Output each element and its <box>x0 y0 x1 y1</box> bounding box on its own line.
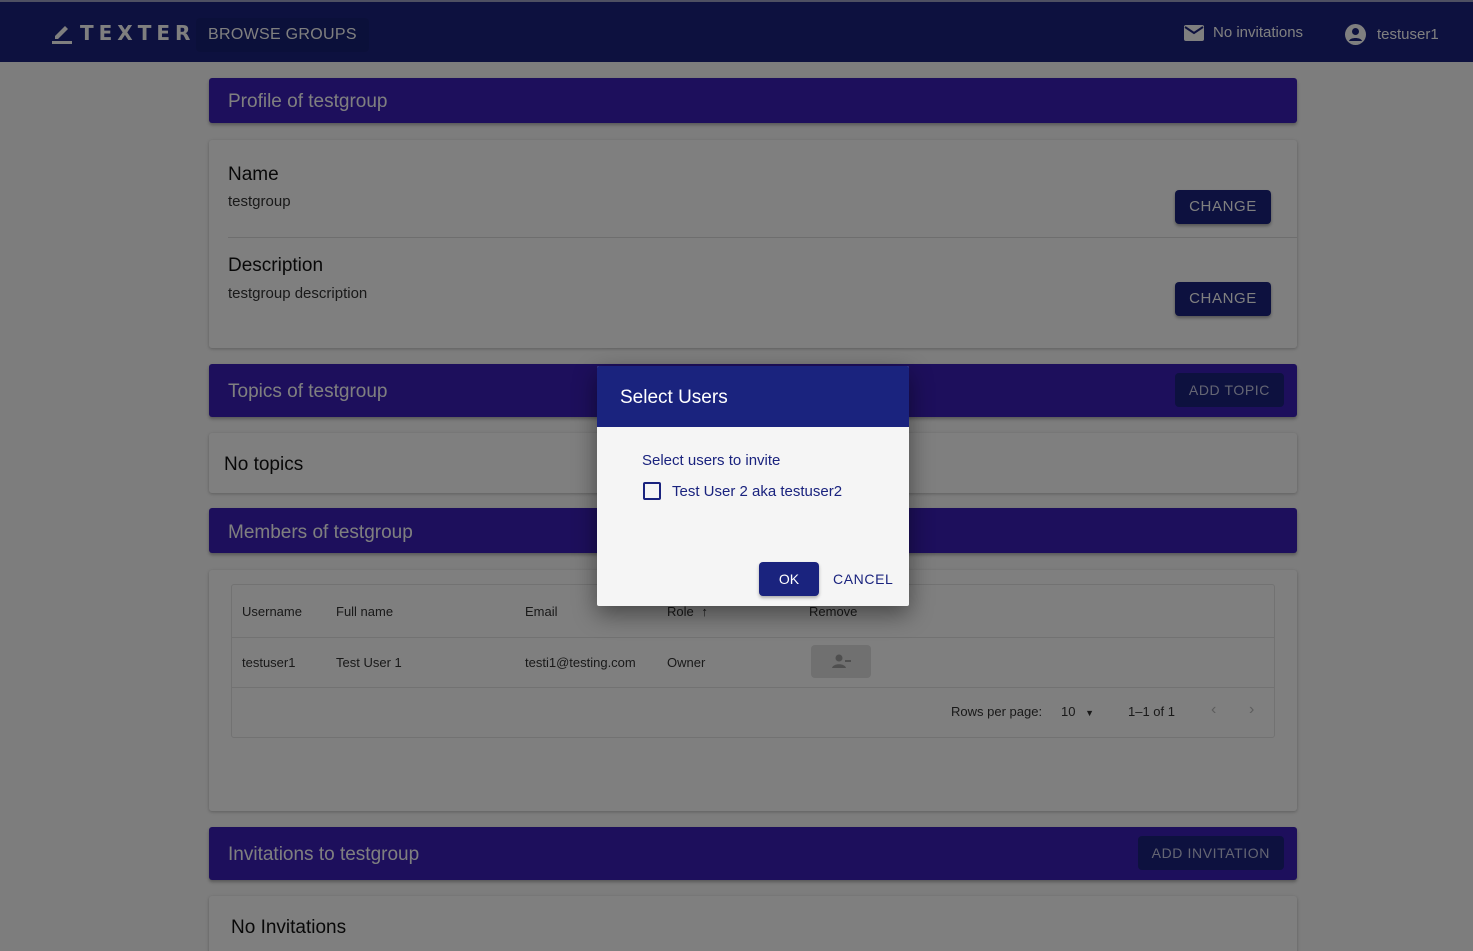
ok-button[interactable]: OK <box>759 562 819 596</box>
dialog-title: Select Users <box>620 387 728 408</box>
select-users-dialog: Select Users Select users to invite Test… <box>597 366 909 606</box>
dialog-header: Select Users <box>597 366 909 427</box>
user-option-label[interactable]: Test User 2 aka testuser2 <box>672 483 842 500</box>
cancel-button[interactable]: CANCEL <box>833 562 893 596</box>
dialog-subtitle: Select users to invite <box>642 452 781 469</box>
user-checkbox[interactable] <box>643 482 661 500</box>
